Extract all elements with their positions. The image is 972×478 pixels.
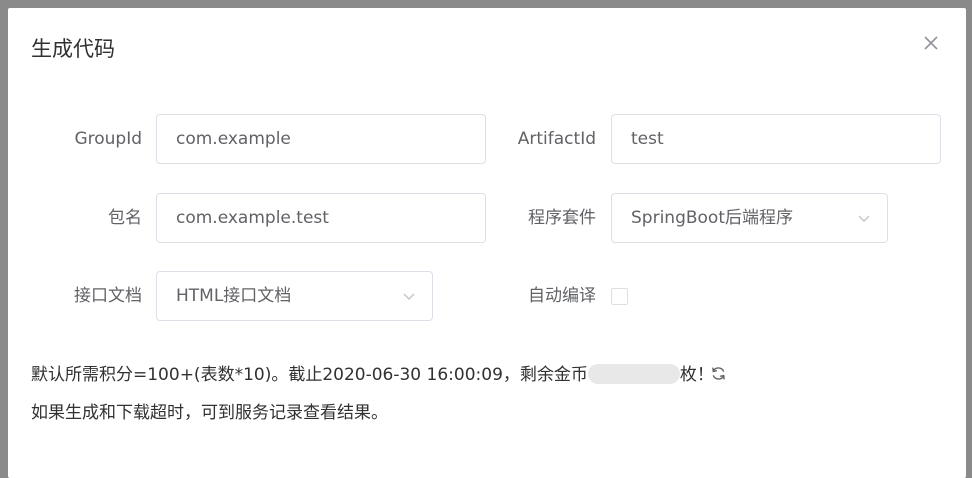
redacted-coin-count [587, 364, 680, 384]
package-label: 包名 [108, 208, 142, 228]
group-id-value: com.example [176, 129, 291, 149]
points-note-prefix: 默认所需积分=100+(表数*10)。截止2020-06-30 16:00:09… [31, 365, 588, 385]
points-note: 默认所需积分=100+(表数*10)。截止2020-06-30 16:00:09… [31, 364, 714, 386]
auto-compile-checkbox[interactable] [611, 288, 628, 305]
refresh-icon[interactable] [710, 365, 727, 382]
suite-label: 程序套件 [528, 208, 596, 228]
dialog-title: 生成代码 [31, 37, 115, 61]
api-doc-select[interactable]: HTML接口文档 [156, 271, 433, 321]
suite-select[interactable]: SpringBoot后端程序 [611, 193, 888, 243]
artifact-id-label: ArtifactId [517, 129, 596, 149]
package-input[interactable]: com.example.test [156, 193, 486, 243]
api-doc-label: 接口文档 [74, 286, 142, 306]
generate-code-dialog: 生成代码 GroupId com.example ArtifactId test… [8, 8, 966, 478]
chevron-down-icon [858, 215, 870, 222]
chevron-down-icon [403, 293, 415, 300]
group-id-input[interactable]: com.example [156, 114, 486, 164]
close-icon[interactable] [922, 34, 940, 52]
package-value: com.example.test [176, 208, 329, 228]
points-note-suffix: 枚！ [679, 365, 714, 385]
api-doc-value: HTML接口文档 [176, 286, 292, 306]
artifact-id-input[interactable]: test [611, 114, 941, 164]
group-id-label: GroupId [74, 129, 142, 149]
artifact-id-value: test [631, 129, 664, 149]
suite-value: SpringBoot后端程序 [631, 208, 793, 228]
auto-compile-label: 自动编译 [528, 286, 596, 306]
timeout-hint: 如果生成和下载超时，可到服务记录查看结果。 [31, 403, 388, 423]
